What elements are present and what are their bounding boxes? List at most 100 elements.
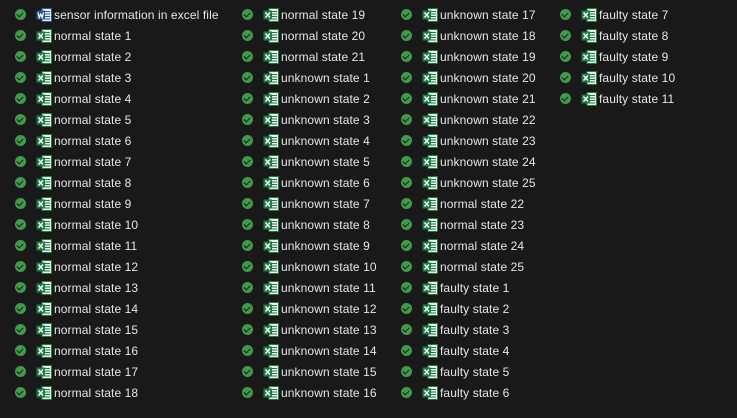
file-item[interactable]: unknown state 22 (401, 109, 536, 130)
excel-file-icon (422, 322, 438, 337)
file-name: normal state 1 (54, 28, 132, 43)
file-item[interactable]: normal state 5 (15, 109, 219, 130)
file-item[interactable]: normal state 25 (401, 256, 536, 277)
file-item[interactable]: normal state 24 (401, 235, 536, 256)
sync-status-icon (15, 72, 26, 83)
file-item[interactable]: normal state 11 (15, 235, 219, 256)
excel-file-icon (36, 49, 52, 64)
file-icon-wrapper (36, 385, 54, 401)
file-item[interactable]: faulty state 11 (560, 88, 675, 109)
file-name: unknown state 11 (281, 280, 376, 295)
file-item[interactable]: unknown state 25 (401, 172, 536, 193)
file-item[interactable]: unknown state 18 (401, 25, 536, 46)
file-item[interactable]: faulty state 7 (560, 4, 675, 25)
file-item[interactable]: unknown state 11 (242, 277, 377, 298)
file-icon-wrapper (36, 322, 54, 338)
file-item[interactable]: faulty state 9 (560, 46, 675, 67)
sync-status-icon (401, 9, 412, 20)
file-item[interactable]: normal state 23 (401, 214, 536, 235)
file-item[interactable]: unknown state 6 (242, 172, 377, 193)
excel-file-icon (36, 280, 52, 295)
file-item[interactable]: faulty state 10 (560, 67, 675, 88)
file-item[interactable]: unknown state 7 (242, 193, 377, 214)
file-item[interactable]: unknown state 17 (401, 4, 536, 25)
file-item[interactable]: normal state 7 (15, 151, 219, 172)
sync-status-icon (15, 303, 26, 314)
excel-file-icon (422, 175, 438, 190)
excel-file-icon (36, 133, 52, 148)
file-item[interactable]: unknown state 4 (242, 130, 377, 151)
file-item[interactable]: normal state 12 (15, 256, 219, 277)
file-item[interactable]: normal state 21 (242, 46, 377, 67)
file-item[interactable]: unknown state 12 (242, 298, 377, 319)
file-icon-wrapper (422, 133, 440, 149)
file-item[interactable]: faulty state 6 (401, 382, 536, 403)
file-item[interactable]: unknown state 14 (242, 340, 377, 361)
file-item[interactable]: unknown state 10 (242, 256, 377, 277)
file-item[interactable]: normal state 13 (15, 277, 219, 298)
file-item[interactable]: faulty state 5 (401, 361, 536, 382)
sync-status-icon (401, 135, 412, 146)
file-item[interactable]: normal state 14 (15, 298, 219, 319)
file-item[interactable]: unknown state 2 (242, 88, 377, 109)
file-item[interactable]: faulty state 3 (401, 319, 536, 340)
file-item[interactable]: normal state 3 (15, 67, 219, 88)
file-item[interactable]: unknown state 20 (401, 67, 536, 88)
file-item[interactable]: unknown state 13 (242, 319, 377, 340)
file-item[interactable]: normal state 15 (15, 319, 219, 340)
file-item[interactable]: normal state 16 (15, 340, 219, 361)
file-icon-wrapper (263, 112, 281, 128)
file-item[interactable]: normal state 9 (15, 193, 219, 214)
file-item[interactable]: unknown state 5 (242, 151, 377, 172)
file-name: normal state 6 (54, 133, 132, 148)
file-item[interactable]: normal state 17 (15, 361, 219, 382)
excel-file-icon (263, 49, 279, 64)
file-item[interactable]: unknown state 9 (242, 235, 377, 256)
sync-status-icon (15, 51, 26, 62)
file-item[interactable]: normal state 18 (15, 382, 219, 403)
file-name: unknown state 4 (281, 133, 370, 148)
file-item[interactable]: unknown state 8 (242, 214, 377, 235)
file-icon-wrapper (422, 301, 440, 317)
file-icon-wrapper (263, 385, 281, 401)
file-item[interactable]: sensor information in excel file (15, 4, 219, 25)
file-item[interactable]: normal state 1 (15, 25, 219, 46)
file-item[interactable]: unknown state 1 (242, 67, 377, 88)
file-item[interactable]: normal state 6 (15, 130, 219, 151)
file-item[interactable]: normal state 10 (15, 214, 219, 235)
file-name: normal state 18 (54, 385, 139, 400)
file-item[interactable]: unknown state 21 (401, 88, 536, 109)
file-item[interactable]: normal state 8 (15, 172, 219, 193)
file-item[interactable]: normal state 22 (401, 193, 536, 214)
file-item[interactable]: unknown state 24 (401, 151, 536, 172)
file-item[interactable]: normal state 2 (15, 46, 219, 67)
file-name: unknown state 3 (281, 112, 370, 127)
file-item[interactable]: unknown state 16 (242, 382, 377, 403)
file-item[interactable]: normal state 19 (242, 4, 377, 25)
file-item[interactable]: faulty state 8 (560, 25, 675, 46)
file-name: normal state 16 (54, 343, 139, 358)
file-name: normal state 17 (54, 364, 139, 379)
file-name: normal state 20 (281, 28, 366, 43)
file-name: normal state 24 (440, 238, 525, 253)
file-item[interactable]: faulty state 2 (401, 298, 536, 319)
excel-file-icon (36, 259, 52, 274)
file-name: unknown state 14 (281, 343, 377, 358)
file-item[interactable]: unknown state 19 (401, 46, 536, 67)
sync-status-icon (242, 261, 253, 272)
file-icon-wrapper (422, 154, 440, 170)
file-item[interactable]: unknown state 3 (242, 109, 377, 130)
file-item[interactable]: normal state 4 (15, 88, 219, 109)
sync-status-icon (15, 9, 26, 20)
sync-status-icon (15, 93, 26, 104)
file-item[interactable]: faulty state 4 (401, 340, 536, 361)
file-item[interactable]: unknown state 15 (242, 361, 377, 382)
file-item[interactable]: normal state 20 (242, 25, 377, 46)
file-item[interactable]: faulty state 1 (401, 277, 536, 298)
sync-status-icon (242, 303, 253, 314)
file-name: normal state 22 (440, 196, 525, 211)
file-icon-wrapper (36, 301, 54, 317)
file-item[interactable]: unknown state 23 (401, 130, 536, 151)
file-name: unknown state 17 (440, 7, 536, 22)
sync-status-icon (242, 219, 253, 230)
